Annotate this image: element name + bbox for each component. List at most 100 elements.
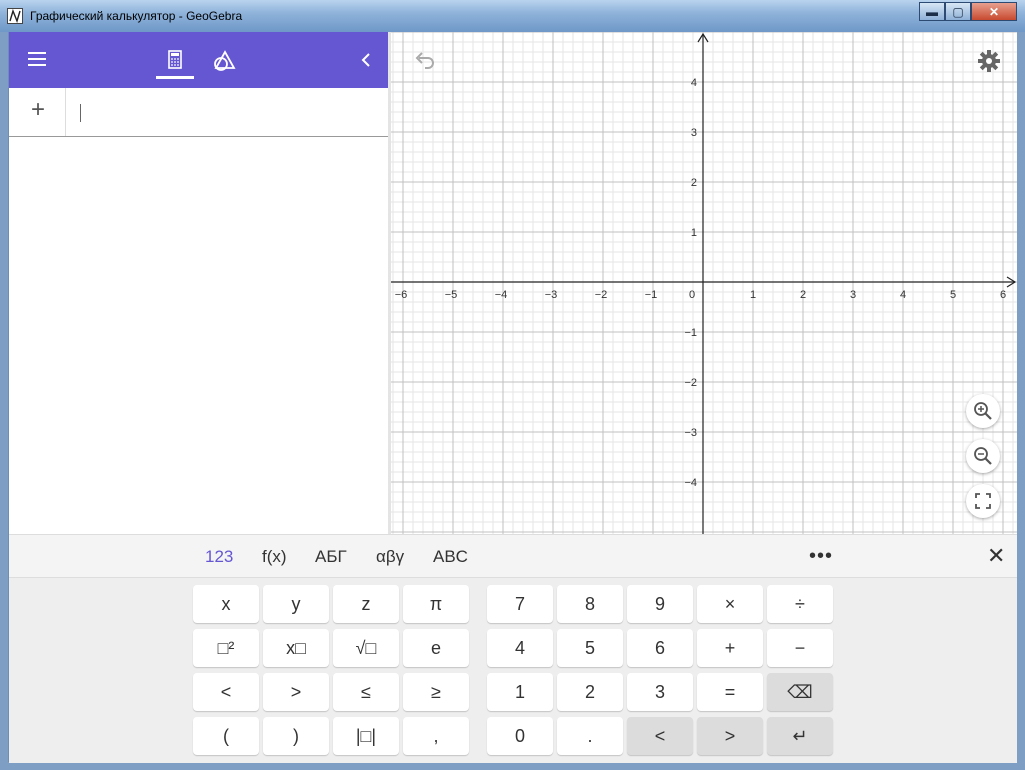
algebra-input[interactable] bbox=[66, 88, 388, 138]
coordinate-grid[interactable]: −6 −5 −4 −3 −2 −1 0 1 2 3 4 5 6 4 3 2 1 −1 −2 −3 −4 bbox=[391, 32, 1017, 534]
key-z[interactable]: z bbox=[333, 585, 399, 623]
menu-icon[interactable] bbox=[28, 52, 46, 66]
key-enter[interactable]: ↵ bbox=[767, 717, 833, 755]
gear-icon bbox=[978, 50, 1000, 72]
add-input-button[interactable]: + bbox=[27, 98, 49, 122]
key-5[interactable]: 5 bbox=[557, 629, 623, 667]
virtual-keyboard: 123 f(x) АБГ αβγ ABC ••• ✕ x y z π □² x□… bbox=[9, 534, 1017, 763]
minimize-button[interactable]: ▬ bbox=[919, 2, 945, 21]
undo-button[interactable] bbox=[413, 50, 437, 70]
maximize-button[interactable]: ▢ bbox=[945, 2, 971, 21]
x-tick-label: 6 bbox=[1000, 289, 1006, 301]
window-title: Графический калькулятор - GeoGebra bbox=[30, 9, 243, 23]
zoom-in-icon bbox=[974, 402, 992, 420]
keyboard-more-button[interactable]: ••• bbox=[809, 545, 833, 568]
key-comma[interactable]: , bbox=[403, 717, 469, 755]
algebra-header bbox=[9, 32, 388, 88]
key-less[interactable]: < bbox=[193, 673, 259, 711]
x-tick-label: 5 bbox=[950, 289, 956, 301]
key-3[interactable]: 3 bbox=[627, 673, 693, 711]
x-tick-label: −6 bbox=[395, 289, 408, 301]
keyboard-tabs: 123 f(x) АБГ αβγ ABC ••• ✕ bbox=[9, 535, 1017, 578]
y-tick-label: −4 bbox=[684, 477, 697, 489]
key-cursor-left[interactable]: < bbox=[627, 717, 693, 755]
key-4[interactable]: 4 bbox=[487, 629, 553, 667]
geogebra-logo-icon bbox=[7, 8, 23, 24]
text-caret bbox=[80, 104, 81, 122]
y-tick-label: −1 bbox=[684, 327, 697, 339]
key-equals[interactable]: = bbox=[697, 673, 763, 711]
key-pi[interactable]: π bbox=[403, 585, 469, 623]
key-close-paren[interactable]: ) bbox=[263, 717, 329, 755]
undo-icon bbox=[415, 52, 434, 69]
key-9[interactable]: 9 bbox=[627, 585, 693, 623]
window-frame-right bbox=[1017, 32, 1025, 770]
key-greater[interactable]: > bbox=[263, 673, 329, 711]
key-abs[interactable]: |□| bbox=[333, 717, 399, 755]
zoom-out-icon bbox=[974, 447, 992, 465]
x-tick-label: −4 bbox=[495, 289, 508, 301]
key-multiply[interactable]: × bbox=[697, 585, 763, 623]
x-tick-label: 2 bbox=[800, 289, 806, 301]
key-backspace[interactable]: ⌫ bbox=[767, 673, 833, 711]
window-frame-left bbox=[0, 32, 8, 770]
key-open-paren[interactable]: ( bbox=[193, 717, 259, 755]
key-less-equal[interactable]: ≤ bbox=[333, 673, 399, 711]
keyboard-tab-cyrillic[interactable]: АБГ bbox=[315, 547, 347, 567]
key-y[interactable]: y bbox=[263, 585, 329, 623]
graphics-view[interactable]: −6 −5 −4 −3 −2 −1 0 1 2 3 4 5 6 4 3 2 1 −1 −2 −3 −4 bbox=[391, 32, 1017, 534]
zoom-in-button[interactable] bbox=[966, 394, 1000, 428]
x-tick-label: −5 bbox=[445, 289, 458, 301]
keyboard-tab-latin[interactable]: ABC bbox=[433, 547, 468, 567]
keyboard-close-button[interactable]: ✕ bbox=[987, 543, 1005, 569]
key-square[interactable]: □² bbox=[193, 629, 259, 667]
y-tick-label: −3 bbox=[684, 427, 697, 439]
keyboard-tab-123[interactable]: 123 bbox=[205, 547, 233, 567]
keyboard-tab-functions[interactable]: f(x) bbox=[262, 547, 287, 567]
key-6[interactable]: 6 bbox=[627, 629, 693, 667]
x-tick-label: −2 bbox=[595, 289, 608, 301]
key-2[interactable]: 2 bbox=[557, 673, 623, 711]
fullscreen-button[interactable] bbox=[966, 484, 1000, 518]
close-window-button[interactable]: ✕ bbox=[971, 2, 1017, 21]
key-greater-equal[interactable]: ≥ bbox=[403, 673, 469, 711]
tab-algebra[interactable] bbox=[156, 44, 194, 79]
shapes-tools-icon bbox=[214, 50, 236, 71]
window-frame-bottom bbox=[0, 762, 1025, 770]
title-bar: Графический калькулятор - GeoGebra ▬ ▢ ✕ bbox=[0, 0, 1025, 32]
tab-tools[interactable] bbox=[212, 48, 238, 74]
key-decimal[interactable]: . bbox=[557, 717, 623, 755]
key-divide[interactable]: ÷ bbox=[767, 585, 833, 623]
collapse-panel-icon[interactable] bbox=[359, 52, 373, 68]
zoom-out-button[interactable] bbox=[966, 439, 1000, 473]
keyboard-tab-greek[interactable]: αβγ bbox=[376, 547, 404, 567]
x-tick-label: 4 bbox=[900, 289, 906, 301]
key-cursor-right[interactable]: > bbox=[697, 717, 763, 755]
key-sqrt[interactable]: √□ bbox=[333, 629, 399, 667]
settings-button[interactable] bbox=[977, 49, 1001, 73]
x-tick-label: 0 bbox=[689, 289, 695, 301]
active-tab-indicator bbox=[156, 76, 194, 79]
key-1[interactable]: 1 bbox=[487, 673, 553, 711]
x-tick-label: −3 bbox=[545, 289, 558, 301]
key-power[interactable]: x□ bbox=[263, 629, 329, 667]
calculator-icon bbox=[168, 50, 182, 69]
key-8[interactable]: 8 bbox=[557, 585, 623, 623]
key-7[interactable]: 7 bbox=[487, 585, 553, 623]
key-x[interactable]: x bbox=[193, 585, 259, 623]
y-tick-label: −2 bbox=[684, 377, 697, 389]
x-tick-label: −1 bbox=[645, 289, 658, 301]
key-0[interactable]: 0 bbox=[487, 717, 553, 755]
y-tick-label: 1 bbox=[691, 227, 697, 239]
y-tick-label: 3 bbox=[691, 127, 697, 139]
key-plus[interactable]: + bbox=[697, 629, 763, 667]
x-tick-label: 3 bbox=[850, 289, 856, 301]
fullscreen-icon bbox=[975, 493, 991, 509]
y-tick-label: 4 bbox=[691, 77, 697, 89]
key-minus[interactable]: − bbox=[767, 629, 833, 667]
algebra-panel: + bbox=[9, 32, 388, 534]
key-e[interactable]: e bbox=[403, 629, 469, 667]
y-tick-label: 2 bbox=[691, 177, 697, 189]
algebra-input-row: + bbox=[9, 88, 388, 138]
x-tick-label: 1 bbox=[750, 289, 756, 301]
